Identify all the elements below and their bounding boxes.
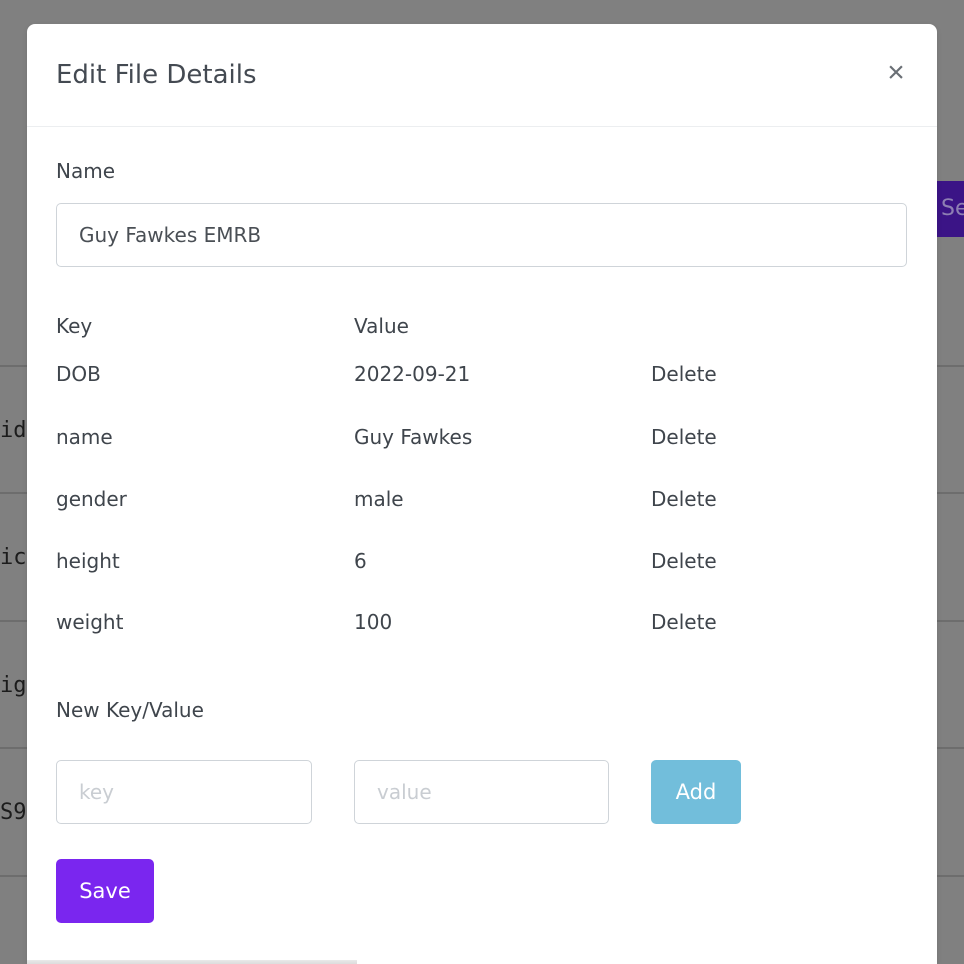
name-label: Name bbox=[56, 159, 116, 183]
footer-edge bbox=[27, 960, 357, 964]
edit-file-modal: Edit File Details × Name Key Value DOB 2… bbox=[27, 24, 937, 964]
delete-button[interactable]: Delete bbox=[651, 425, 717, 449]
kv-value: 100 bbox=[354, 610, 393, 634]
name-input[interactable] bbox=[56, 203, 907, 267]
kv-key: name bbox=[56, 425, 113, 449]
bg-row-text: id bbox=[0, 418, 27, 443]
kv-value: male bbox=[354, 487, 404, 511]
delete-button[interactable]: Delete bbox=[651, 610, 717, 634]
kv-key: weight bbox=[56, 610, 124, 634]
close-button[interactable]: × bbox=[883, 58, 909, 88]
kv-key: height bbox=[56, 549, 120, 573]
new-key-input[interactable] bbox=[56, 760, 312, 824]
delete-button[interactable]: Delete bbox=[651, 362, 717, 386]
value-column-header: Value bbox=[354, 314, 409, 338]
save-button[interactable]: Save bbox=[56, 859, 154, 923]
delete-button[interactable]: Delete bbox=[651, 549, 717, 573]
delete-button[interactable]: Delete bbox=[651, 487, 717, 511]
bg-side-button: Se bbox=[937, 181, 964, 237]
new-value-input[interactable] bbox=[354, 760, 609, 824]
kv-value: 2022-09-21 bbox=[354, 362, 471, 386]
kv-key: DOB bbox=[56, 362, 101, 386]
modal-title: Edit File Details bbox=[56, 60, 257, 90]
bg-row-text: ig bbox=[0, 673, 27, 698]
bg-row-text: ic bbox=[0, 545, 27, 570]
key-column-header: Key bbox=[56, 314, 93, 338]
kv-key: gender bbox=[56, 487, 127, 511]
kv-value: Guy Fawkes bbox=[354, 425, 473, 449]
bg-row-text: S9 bbox=[0, 800, 27, 825]
new-key-value-label: New Key/Value bbox=[56, 698, 204, 722]
add-button[interactable]: Add bbox=[651, 760, 741, 824]
modal-header: Edit File Details × bbox=[27, 24, 937, 127]
kv-value: 6 bbox=[354, 549, 367, 573]
